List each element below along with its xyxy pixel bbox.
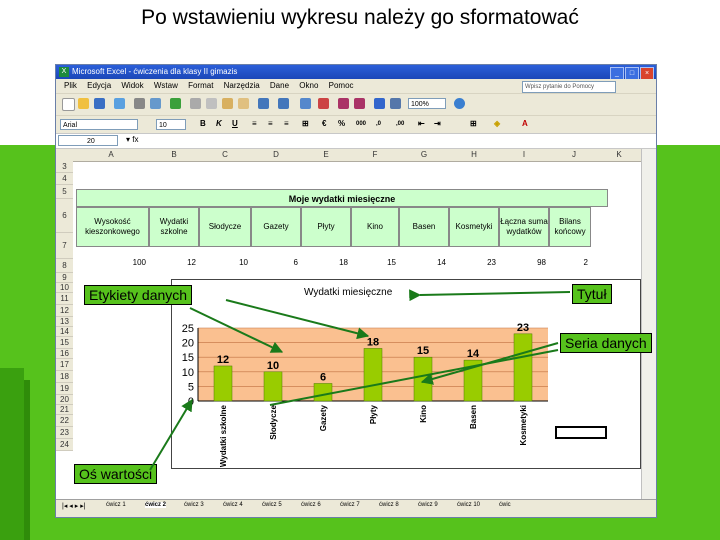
bar-data-label[interactable]: 23 [517, 322, 529, 334]
sheet-tabs-bar: |◂ ◂ ▸ ▸| ćwicz 1 ćwicz 2 ćwicz 3 ćwicz 4 ćw… [56, 499, 656, 517]
slide-decor-bar-2 [24, 380, 30, 540]
y-tick-label[interactable]: 0 [188, 396, 194, 408]
sheet-tab[interactable]: ćwicz 8 [379, 502, 399, 508]
x-category-label[interactable]: Płyty [369, 404, 378, 424]
chart-bar[interactable] [413, 356, 433, 402]
tab-nav-icon[interactable]: |◂ ◂ ▸ ▸| [62, 502, 86, 510]
chart-bar[interactable] [213, 365, 233, 402]
bar-data-label[interactable]: 10 [267, 360, 279, 372]
callout-data-labels: Etykiety danych [84, 285, 193, 305]
sheet-tab[interactable]: ćwicz 2 [145, 502, 167, 508]
slide-decor-bar [0, 368, 24, 540]
sheet-tab[interactable]: ćwicz 7 [340, 502, 360, 508]
sheet-tab[interactable]: ćwicz 5 [262, 502, 282, 508]
chart-bar[interactable] [313, 383, 333, 402]
callout-value-axis: Oś wartości [74, 464, 158, 484]
slide-title: Po wstawieniu wykresu należy go sformato… [141, 6, 579, 29]
chart-bar[interactable] [363, 348, 383, 402]
chart-bar[interactable] [263, 371, 283, 402]
sheet-tab[interactable]: ćwicz 6 [301, 502, 321, 508]
chart-bar[interactable] [513, 333, 533, 402]
x-category-label[interactable]: Gazety [319, 404, 328, 431]
callout-title: Tytuł [572, 284, 612, 304]
bar-data-label[interactable]: 18 [367, 336, 379, 348]
y-tick-label[interactable]: 10 [182, 367, 194, 379]
y-tick-label[interactable]: 5 [188, 381, 194, 393]
sheet-tab[interactable]: ćwicz 3 [184, 502, 204, 508]
x-category-label[interactable]: Basen [469, 405, 478, 429]
y-tick-label[interactable]: 20 [182, 338, 194, 350]
sheet-tab[interactable]: ćwicz 9 [418, 502, 438, 508]
bar-data-label[interactable]: 6 [320, 371, 326, 383]
bar-data-label[interactable]: 15 [417, 345, 429, 357]
x-category-label[interactable]: Wydatki szkolne [219, 404, 228, 467]
x-category-label[interactable]: Kino [419, 405, 428, 423]
sheet-tab[interactable]: ćwicz 4 [223, 502, 243, 508]
y-tick-label[interactable]: 15 [182, 352, 194, 364]
active-cell[interactable] [555, 426, 607, 439]
callout-series: Seria danych [560, 333, 652, 353]
bar-data-label[interactable]: 12 [217, 354, 229, 366]
vertical-scrollbar[interactable] [641, 149, 656, 499]
bar-data-label[interactable]: 14 [467, 348, 480, 360]
y-tick-label[interactable]: 25 [182, 323, 194, 335]
sheet-tab[interactable]: ćwicz 1 [106, 502, 126, 508]
x-category-label[interactable]: Słodycze [269, 404, 278, 439]
sheet-tab[interactable]: ćwic [499, 502, 511, 508]
chart-bar[interactable] [463, 359, 483, 402]
x-category-label[interactable]: Kosmetyki [519, 405, 528, 445]
chart-svg[interactable]: 0 5 10 15 20 25 12 Wydatki szkolne 10 Słodycze 6 Ga… [56, 65, 656, 499]
sheet-tab[interactable]: ćwicz 10 [457, 502, 480, 508]
